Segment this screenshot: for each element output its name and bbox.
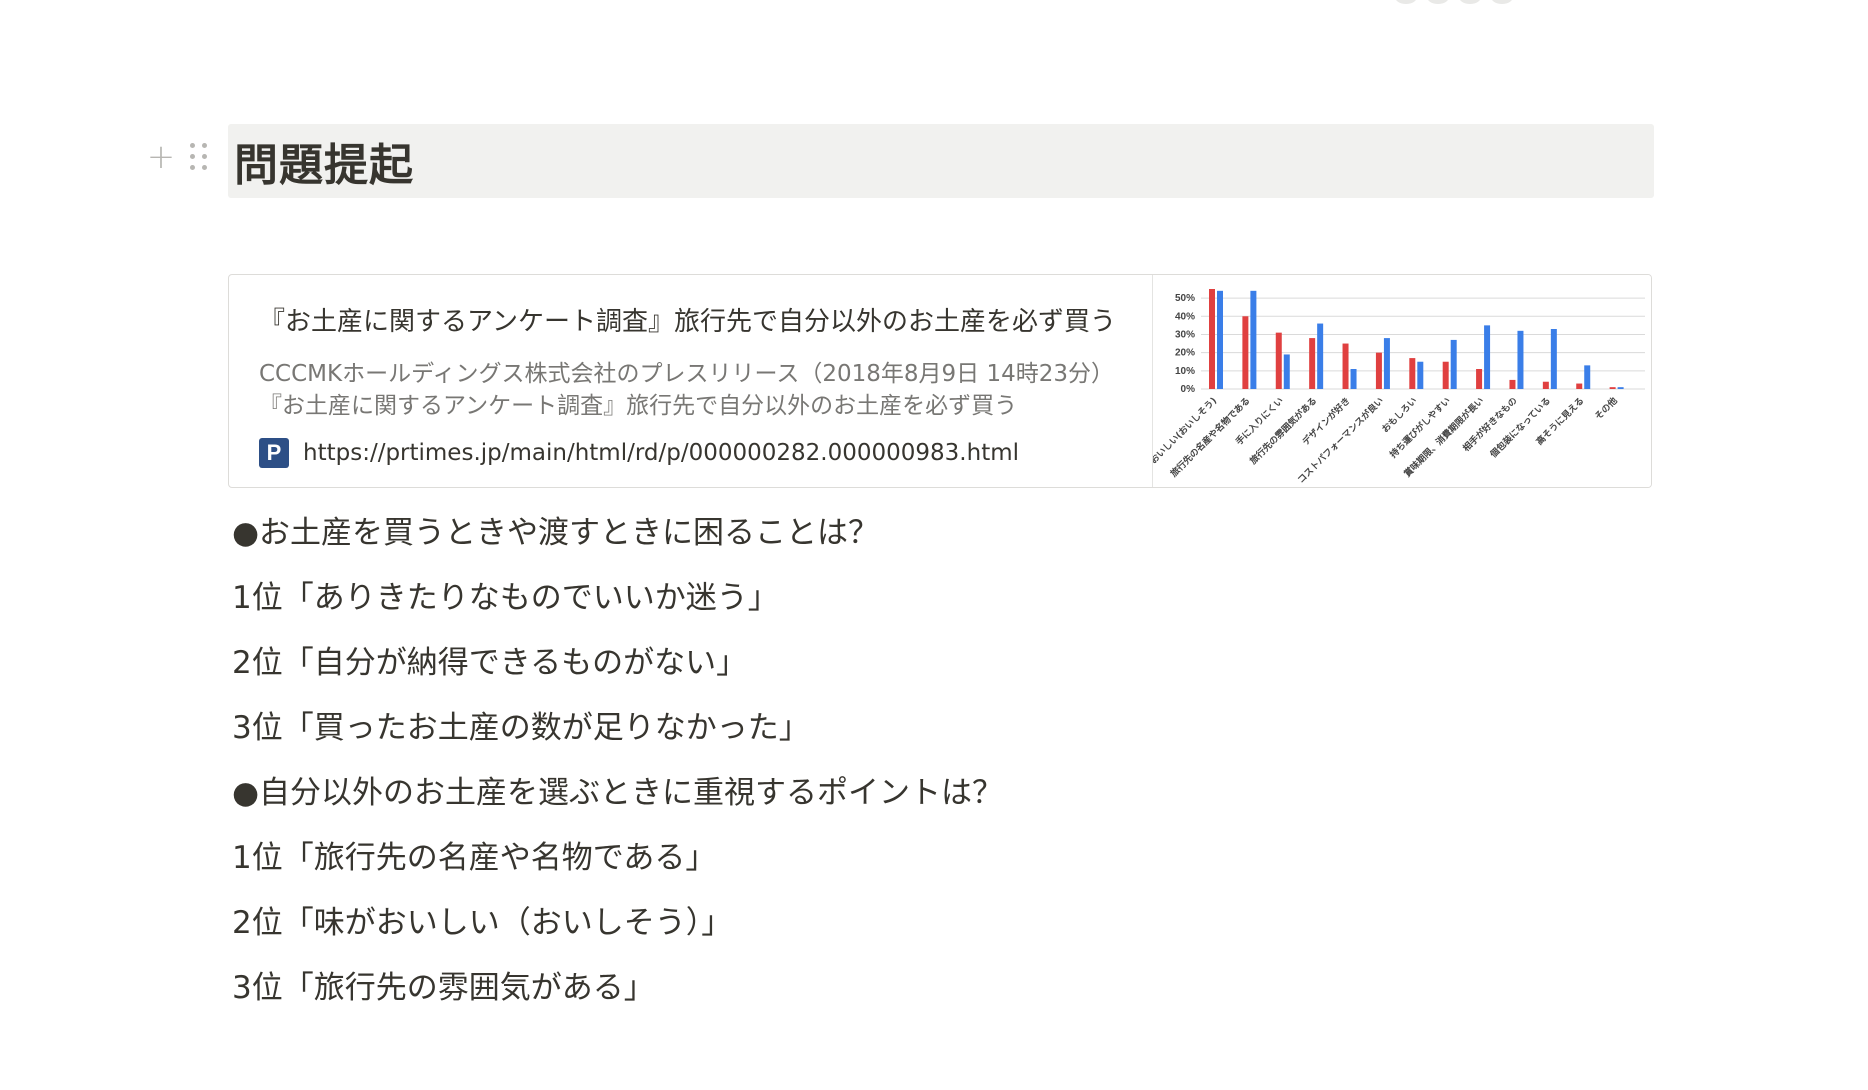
bookmark-card[interactable]: 『お土産に関するアンケート調査』旅行先で自分以外のお土産を必ず買う CCCMKホ…: [228, 274, 1652, 488]
text-block[interactable]: 1位「ありきたりなものでいいか迷う」: [232, 570, 1003, 635]
chart-bar: [1450, 339, 1457, 389]
page-content: ●お土産を買うときや渡すときに困ることは？ 1位「ありきたりなものでいいか迷う」…: [232, 505, 1003, 1025]
chart-bar: [1484, 325, 1491, 389]
text-block[interactable]: ●自分以外のお土産を選ぶときに重視するポイントは？: [232, 765, 1003, 830]
add-block-plus-icon[interactable]: +: [146, 140, 176, 174]
page-heading[interactable]: 問題提起: [234, 129, 414, 193]
chart-bar: [1283, 354, 1290, 389]
bookmark-url-row: P https://prtimes.jp/main/html/rd/p/0000…: [259, 438, 1122, 468]
chart-bar: [1209, 289, 1215, 389]
chart-ytick-label: 50%: [1175, 293, 1195, 304]
text-block[interactable]: 1位「旅行先の名産や名物である」: [232, 830, 1003, 895]
chart-ytick-label: 10%: [1175, 366, 1195, 377]
chart-bar: [1275, 332, 1282, 389]
chart-bar: [1342, 343, 1349, 389]
prtimes-logo-icon: P: [259, 438, 289, 468]
chart-bar: [1350, 369, 1357, 389]
chart-bar: [1509, 379, 1516, 389]
chart-bar: [1617, 387, 1624, 389]
text-block[interactable]: 3位「旅行先の雰囲気がある」: [232, 960, 1003, 1025]
chart-bar: [1517, 330, 1524, 389]
dot-icon: [1395, 0, 1417, 4]
chart-ytick-label: 0%: [1181, 384, 1196, 395]
bookmark-description: CCCMKホールディングス株式会社のプレスリリース（2018年8月9日 14時2…: [259, 361, 1114, 419]
block-handle: +: [146, 140, 208, 174]
chart-bar: [1417, 361, 1424, 389]
dot-icon: [1459, 0, 1481, 4]
chart-bar: [1383, 338, 1390, 389]
chart-ytick-label: 20%: [1175, 348, 1195, 359]
heading-block[interactable]: 問題提起: [228, 124, 1654, 198]
thumbnail-bar-chart: 50%40%30%20%10%0%味がおいしい(おいしそう)旅行先の名産や名物で…: [1153, 289, 1645, 486]
bookmark-text: 『お土産に関するアンケート調査』旅行先で自分以外のお土産を必ず買う CCCMKホ…: [229, 275, 1152, 487]
text-block[interactable]: 2位「自分が納得できるものがない」: [232, 635, 1003, 700]
chart-bar: [1250, 290, 1257, 389]
drag-handle-icon[interactable]: [190, 140, 208, 174]
chart-bar: [1375, 352, 1382, 389]
chart-category-label: 個包装になっている: [1487, 395, 1553, 461]
chart-bar: [1442, 361, 1449, 389]
chart-bar: [1609, 387, 1616, 389]
chart-bar: [1550, 329, 1557, 389]
dot-icon: [1427, 0, 1449, 4]
dot-icon: [1491, 0, 1513, 4]
chart-bar: [1409, 358, 1416, 389]
chart-bar: [1317, 323, 1324, 389]
text-block[interactable]: ●お土産を買うときや渡すときに困ることは？: [232, 505, 1003, 570]
bookmark-title: 『お土産に関するアンケート調査』旅行先で自分以外のお土産を必ず買う: [259, 307, 1116, 337]
chart-bar: [1217, 290, 1223, 389]
chart-category-label: 持ち運びがしやすい: [1387, 395, 1453, 461]
chart-bar: [1309, 338, 1316, 389]
chart-ytick-label: 40%: [1175, 311, 1195, 322]
notion-page: + 問題提起 『お土産に関するアンケート調査』旅行先で自分以外のお土産を必ず買う…: [0, 0, 1868, 1090]
chart-bar: [1476, 369, 1483, 389]
chart-bar: [1584, 365, 1591, 389]
text-block[interactable]: 3位「買ったお土産の数が足りなかった」: [232, 700, 1003, 765]
chart-bar: [1542, 381, 1549, 389]
chart-bar: [1576, 383, 1583, 389]
chart-category-label: その他: [1592, 395, 1620, 423]
bookmark-thumbnail: 50% 40% 30% 20% 10% 0% 味がおいしい(おいしそう) 旅行先の名産や名物で…: [1152, 275, 1651, 487]
chart-bar: [1242, 316, 1249, 389]
chart-ytick-label: 30%: [1175, 329, 1195, 340]
top-menu-dots[interactable]: [1395, 0, 1513, 4]
text-block[interactable]: 2位「味がおいしい（おいしそう）」: [232, 895, 1003, 960]
bookmark-url[interactable]: https://prtimes.jp/main/html/rd/p/000000…: [303, 440, 1019, 466]
